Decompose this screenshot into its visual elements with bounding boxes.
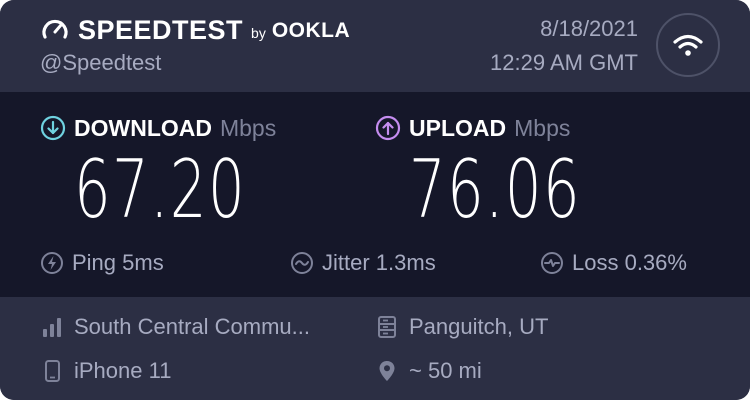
test-time: 12:29 AM GMT [490, 50, 638, 75]
speedtest-result-card: SPEEDTEST by OOKLA @Speedtest 8/18/2021 … [0, 0, 750, 400]
upload-label: UPLOAD [409, 114, 507, 141]
upload-header: UPLOAD Mbps [375, 113, 570, 143]
brand-name: SPEEDTEST [78, 14, 244, 45]
loss-stat: Loss 0.36% [540, 248, 687, 278]
account-handle: @Speedtest [40, 50, 162, 75]
upload-unit: Mbps [514, 114, 571, 141]
loss-value: Loss 0.36% [572, 250, 687, 275]
brand-by: by [251, 25, 266, 41]
provider-name: South Central Commu... [74, 314, 310, 339]
upload-arrow-icon [375, 115, 401, 141]
upload-speed-value: 76.06 [409, 143, 582, 236]
wifi-icon [673, 34, 703, 56]
jitter-value: Jitter 1.3ms [322, 250, 436, 275]
phone-icon [45, 360, 60, 382]
signal-bars-icon [43, 318, 61, 337]
jitter-icon [291, 252, 313, 274]
server-icon [378, 316, 396, 338]
device-name: iPhone 11 [74, 358, 172, 383]
server-info: Panguitch, UT [375, 312, 548, 342]
device-info: iPhone 11 [40, 356, 171, 386]
brand-ookla: OOKLA [271, 19, 351, 42]
download-speed-value: 67.20 [74, 143, 247, 236]
jitter-stat: Jitter 1.3ms [290, 248, 436, 278]
gauge-icon [42, 19, 68, 39]
location-pin-icon [379, 361, 395, 381]
packet-loss-icon [541, 252, 563, 274]
download-header: DOWNLOAD Mbps [40, 113, 276, 143]
speedtest-logo: SPEEDTEST by OOKLA [40, 14, 350, 46]
download-label: DOWNLOAD [74, 114, 212, 141]
server-distance: ~ 50 mi [409, 358, 482, 383]
ping-stat: Ping 5ms [40, 248, 164, 278]
download-arrow-icon [40, 115, 66, 141]
distance-info: ~ 50 mi [375, 356, 482, 386]
ping-value: Ping 5ms [72, 250, 164, 275]
server-location: Panguitch, UT [409, 314, 549, 339]
test-date: 8/18/2021 [540, 16, 638, 41]
provider-info: South Central Commu... [40, 312, 310, 342]
download-unit: Mbps [219, 114, 277, 141]
connection-type-badge [656, 13, 720, 77]
ping-icon [41, 252, 63, 274]
